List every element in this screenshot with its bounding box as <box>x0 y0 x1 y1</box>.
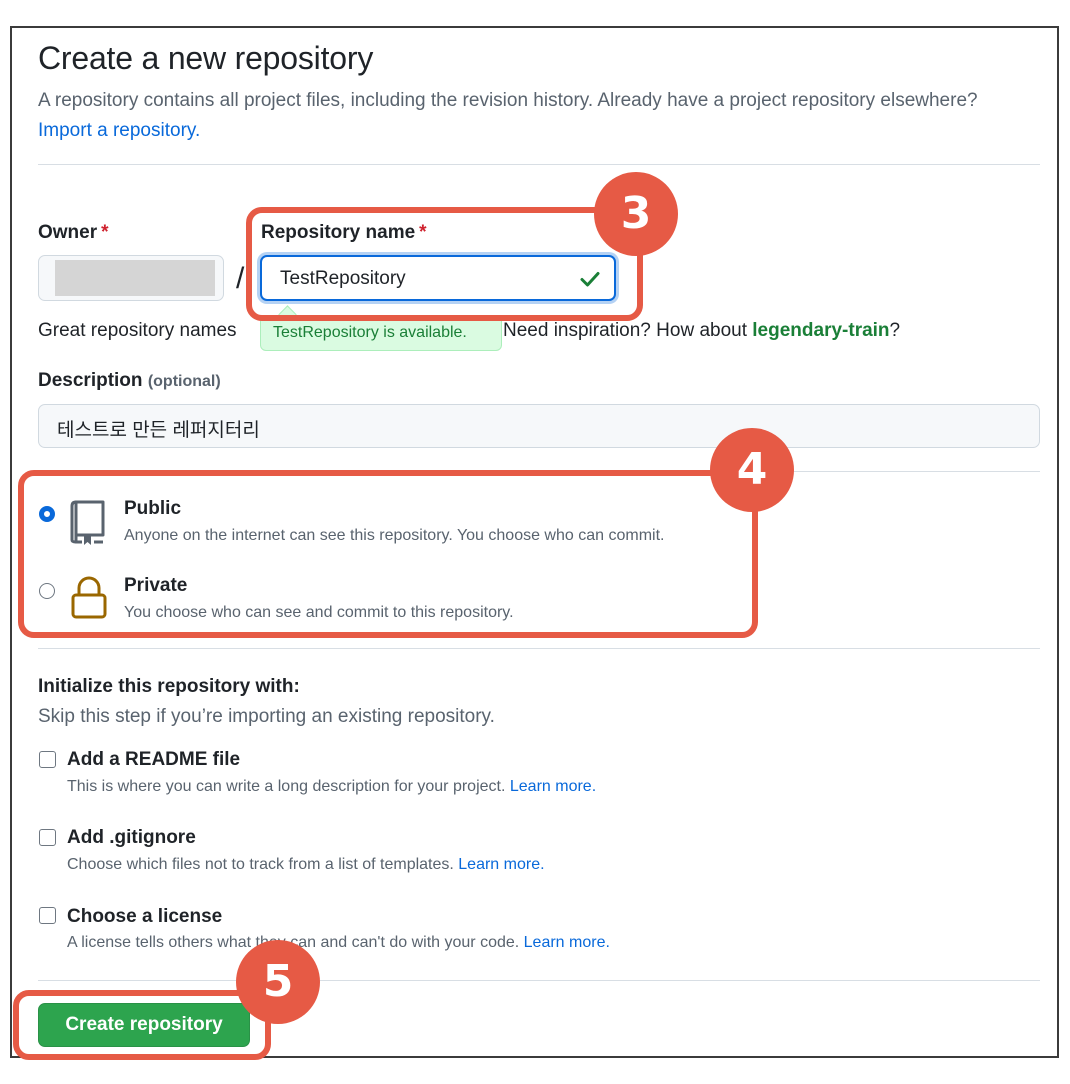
readme-checkbox[interactable] <box>39 751 56 768</box>
license-checkbox[interactable] <box>39 907 56 924</box>
divider <box>38 164 1040 165</box>
suggestion-link[interactable]: legendary-train <box>752 320 889 341</box>
availability-text: TestRepository is available. <box>273 324 467 341</box>
initialize-subtitle: Skip this step if you’re importing an ex… <box>38 706 495 727</box>
owner-label: Owner * <box>38 222 109 244</box>
gitignore-title: Add .gitignore <box>67 827 196 848</box>
hint-suffix: ? <box>889 320 901 341</box>
description-input[interactable]: 테스트로 만든 레퍼지터리 <box>38 404 1040 448</box>
owner-repo-separator: / <box>236 262 245 295</box>
description-label: Description (optional) <box>38 370 221 392</box>
hint-text: Need inspiration? How about <box>503 320 747 341</box>
page-title: Create a new repository <box>38 40 374 76</box>
gitignore-desc-text: Choose which files not to track from a l… <box>67 856 454 873</box>
gitignore-learn-more-link[interactable]: Learn more. <box>458 856 544 873</box>
description-label-text: Description <box>38 370 143 391</box>
description-value: 테스트로 만든 레퍼지터리 <box>57 420 260 441</box>
owner-select[interactable] <box>38 255 224 301</box>
gitignore-desc: Choose which files not to track from a l… <box>67 856 545 874</box>
owner-redacted-value <box>55 260 215 296</box>
readme-title: Add a README file <box>67 749 241 770</box>
step5-badge: 5 <box>236 940 320 1024</box>
divider <box>38 980 1040 981</box>
step5-highlight <box>13 990 271 1060</box>
import-repository-link[interactable]: Import a repository. <box>38 120 200 141</box>
readme-learn-more-link[interactable]: Learn more. <box>510 778 596 795</box>
page-subtitle: A repository contains all project files,… <box>38 86 998 146</box>
license-title: Choose a license <box>67 906 223 927</box>
license-learn-more-link[interactable]: Learn more. <box>524 934 610 951</box>
repo-name-hint-prefix: Great repository names <box>38 320 237 341</box>
initialize-title: Initialize this repository with: <box>38 676 300 697</box>
step3-highlight <box>246 207 643 321</box>
owner-label-text: Owner <box>38 222 98 243</box>
readme-desc: This is where you can write a long descr… <box>67 778 596 796</box>
required-mark: * <box>101 222 109 243</box>
step4-highlight <box>18 470 758 638</box>
repo-name-hint: Need inspiration? How about legendary-tr… <box>503 320 900 342</box>
step3-badge: 3 <box>594 172 678 256</box>
gitignore-checkbox[interactable] <box>39 829 56 846</box>
step4-badge: 4 <box>710 428 794 512</box>
divider <box>38 648 1040 649</box>
license-desc: A license tells others what they can and… <box>67 934 610 952</box>
subtitle-text: A repository contains all project files,… <box>38 90 978 111</box>
optional-tag: (optional) <box>147 373 221 390</box>
readme-desc-text: This is where you can write a long descr… <box>67 778 506 795</box>
